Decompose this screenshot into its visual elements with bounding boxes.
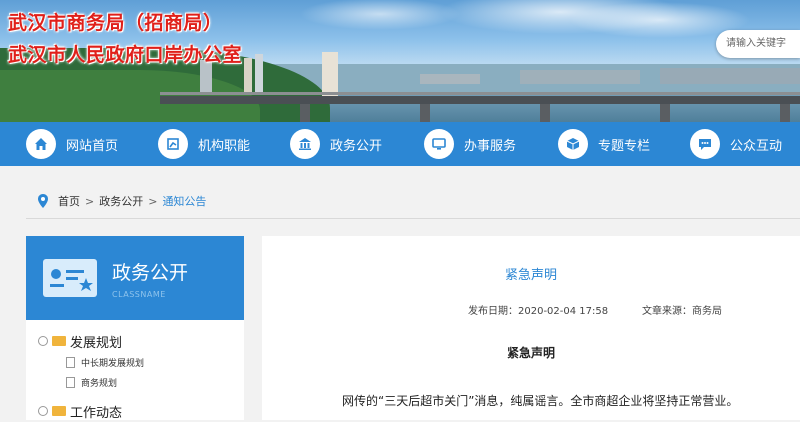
category-label: 发展规划 <box>70 335 123 351</box>
sidebar-item-label: 商务规划 <box>81 378 118 389</box>
source-label: 文章来源： <box>642 306 692 317</box>
expand-toggle-icon[interactable] <box>38 336 48 346</box>
bridge-rail <box>160 92 800 95</box>
folder-icon <box>52 406 66 416</box>
nav-label: 公众互动 <box>730 138 783 154</box>
sidebar-item-label: 中长期发展规划 <box>81 358 145 369</box>
nav-label: 专题专栏 <box>598 138 651 154</box>
main-nav: 网站首页 机构职能 政务公开 办事服务 专题专栏 公众互动 <box>0 122 800 166</box>
sidebar: 政务公开 CLASSNAME 发展规划 中长期发展规划 商务规划 工作动态 <box>26 236 244 422</box>
body-heading: 紧急声明 <box>506 346 555 360</box>
breadcrumb: 首页 > 政务公开 > 通知公告 <box>26 184 800 219</box>
breadcrumb-gov-affairs[interactable]: 政务公开 <box>99 193 143 209</box>
category-label: 工作动态 <box>70 405 123 421</box>
sidebar-header: 政务公开 CLASSNAME <box>26 236 244 320</box>
nav-label: 机构职能 <box>198 138 251 154</box>
chat-icon <box>690 129 720 159</box>
site-title-line2: 武汉市人民政府口岸办公室 <box>8 44 243 66</box>
cube-icon <box>558 129 588 159</box>
breadcrumb-separator: > <box>148 194 158 208</box>
skyline-strip <box>420 74 480 84</box>
document-icon <box>66 376 75 388</box>
article-title: 紧急声明 <box>504 268 557 283</box>
publish-date-label: 发布日期： <box>468 306 518 317</box>
breadcrumb-home[interactable]: 首页 <box>58 193 80 209</box>
nav-item-home[interactable]: 网站首页 <box>26 122 118 166</box>
nav-label: 政务公开 <box>330 138 383 154</box>
nav-item-functions[interactable]: 机构职能 <box>158 122 250 166</box>
bridge-pier <box>300 104 310 122</box>
building-tower <box>244 58 252 94</box>
sidebar-category-work-news[interactable]: 工作动态 <box>26 400 244 422</box>
article-source: 文章来源：商务局 <box>642 302 722 317</box>
monitor-icon <box>424 129 454 159</box>
bridge-pier <box>780 104 790 122</box>
sidebar-subtitle: CLASSNAME <box>112 290 166 299</box>
header-banner: 武汉市商务局（招商局） 武汉市人民政府口岸办公室 请输入关键字 <box>0 0 800 122</box>
folder-icon <box>52 336 66 346</box>
skyline-strip <box>520 70 640 84</box>
id-card-icon <box>42 258 98 302</box>
home-icon <box>26 129 56 159</box>
site-title-line1: 武汉市商务局（招商局） <box>8 12 223 34</box>
bridge-pier <box>420 104 430 122</box>
building-tower <box>255 54 263 94</box>
sidebar-menu: 发展规划 中长期发展规划 商务规划 工作动态 <box>26 320 244 422</box>
nav-item-services[interactable]: 办事服务 <box>424 122 516 166</box>
sidebar-title: 政务公开 <box>112 262 189 284</box>
publish-date: 发布日期：2020-02-04 17:58 <box>468 302 608 317</box>
document-icon <box>66 356 75 368</box>
building-icon <box>290 129 320 159</box>
nav-item-topics[interactable]: 专题专栏 <box>558 122 650 166</box>
sidebar-category-planning[interactable]: 发展规划 <box>26 330 244 352</box>
source-value: 商务局 <box>692 306 722 317</box>
chart-icon <box>158 129 188 159</box>
skyline-strip <box>660 68 800 84</box>
nav-label: 网站首页 <box>66 138 119 154</box>
location-pin-icon <box>38 194 48 208</box>
nav-label: 办事服务 <box>464 138 517 154</box>
bridge-image <box>160 96 800 104</box>
building-tower <box>322 52 338 96</box>
bridge-pier <box>660 104 670 122</box>
nav-item-gov-affairs[interactable]: 政务公开 <box>290 122 382 166</box>
sidebar-item-long-term-plan[interactable]: 中长期发展规划 <box>26 352 244 372</box>
sidebar-item-commerce-plan[interactable]: 商务规划 <box>26 372 244 392</box>
publish-date-value: 2020-02-04 17:58 <box>518 306 609 317</box>
search-input[interactable]: 请输入关键字 <box>716 30 800 58</box>
article-panel: 紧急声明 发布日期：2020-02-04 17:58 文章来源：商务局 紧急声明… <box>262 236 800 420</box>
nav-item-interaction[interactable]: 公众互动 <box>690 122 782 166</box>
breadcrumb-current[interactable]: 通知公告 <box>162 193 206 209</box>
article-paragraph: 网传的“三天后超市关门”消息，纯属谣言。全市商超企业将坚持正常营业。 <box>342 394 739 408</box>
bridge-pier <box>540 104 550 122</box>
expand-toggle-icon[interactable] <box>38 406 48 416</box>
breadcrumb-separator: > <box>85 194 95 208</box>
